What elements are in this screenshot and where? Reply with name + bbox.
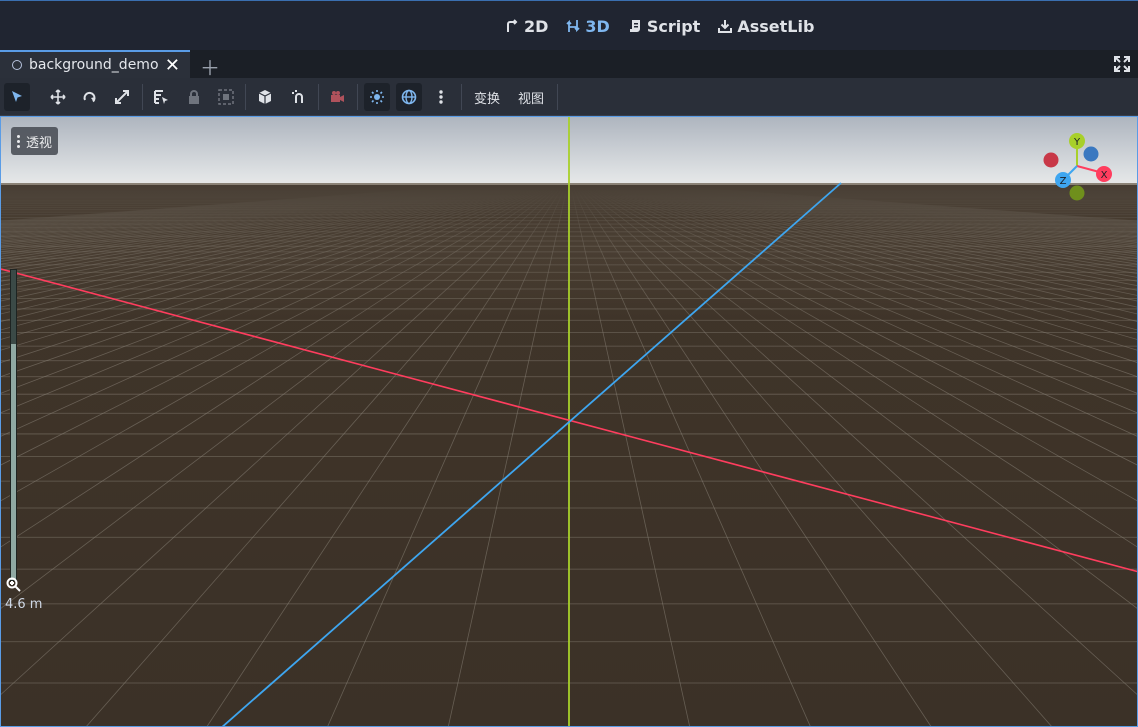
view-gizmo[interactable]: Y X Z	[1043, 131, 1123, 203]
view-menu[interactable]: 视图	[518, 88, 544, 107]
zoom-icon[interactable]	[6, 577, 22, 593]
group-button[interactable]	[213, 83, 239, 111]
negative-z-handle[interactable]	[1083, 146, 1099, 162]
assetlib-icon	[718, 20, 733, 33]
zoom-readout: 4.6 m	[5, 597, 43, 612]
list-select-button[interactable]	[148, 83, 174, 111]
local-space-button[interactable]	[252, 83, 278, 111]
scale-mode-button[interactable]	[109, 83, 135, 111]
more-options-button[interactable]	[428, 83, 454, 111]
sun-preview-button[interactable]	[364, 83, 390, 111]
3d-viewport[interactable]: 透视 4.6 m Y X Z	[0, 116, 1138, 727]
environment-preview-icon	[401, 89, 417, 105]
sun-preview-icon	[370, 90, 384, 104]
camera-preview-icon	[331, 91, 344, 102]
2d-mode-label: 2D	[524, 16, 549, 36]
3d-mode-label: 3D	[585, 16, 610, 36]
script-mode-button[interactable]: Script	[628, 17, 700, 36]
assetlib-mode-label: AssetLib	[737, 16, 815, 36]
local-space-icon	[258, 90, 272, 104]
scene-tab-bar: background_demo ✕ ＋	[0, 50, 1138, 81]
more-icon	[439, 90, 443, 104]
scene-circle-icon	[12, 60, 22, 70]
negative-x-handle[interactable]	[1043, 152, 1059, 168]
z-axis-label: Z	[1060, 176, 1067, 187]
3d-icon	[566, 19, 581, 33]
snap-button[interactable]	[285, 83, 311, 111]
zoom-slider-fill	[11, 344, 16, 580]
perspective-label: 透视	[26, 135, 53, 151]
rotate-mode-button[interactable]	[77, 83, 103, 111]
select-mode-button[interactable]	[4, 83, 30, 111]
scene-render	[1, 117, 1137, 726]
toolbar-separator	[318, 84, 319, 110]
script-icon	[629, 20, 640, 32]
move-mode-button[interactable]	[45, 83, 71, 111]
script-mode-label: Script	[646, 16, 701, 36]
camera-preview-button[interactable]	[324, 83, 350, 111]
main-screen-switcher: 2D 3D Script AssetLib	[505, 14, 814, 38]
2d-mode-button[interactable]: 2D	[505, 17, 548, 36]
lock-icon	[189, 90, 199, 104]
main-toolbar: 2D 3D Script AssetLib	[0, 0, 1138, 50]
snap-icon	[292, 90, 303, 103]
zoom-slider[interactable]	[10, 269, 17, 581]
environment-preview-button[interactable]	[396, 83, 422, 111]
transform-menu[interactable]: 变换	[474, 88, 500, 107]
add-scene-button[interactable]: ＋	[200, 52, 220, 81]
scene-tab[interactable]: background_demo ✕	[0, 50, 190, 78]
more-icon	[17, 134, 20, 148]
negative-y-handle[interactable]	[1069, 185, 1085, 201]
toolbar-separator	[357, 84, 358, 110]
toolbar-separator	[142, 84, 143, 110]
rotate-tool-icon	[83, 91, 96, 103]
2d-icon	[507, 19, 518, 32]
select-tool-icon	[12, 91, 22, 102]
move-tool-icon	[50, 89, 66, 105]
x-axis-label: X	[1101, 170, 1108, 181]
list-select-icon	[154, 90, 168, 104]
toolbar-separator	[461, 84, 462, 110]
close-icon[interactable]: ✕	[165, 55, 180, 76]
3d-mode-button[interactable]: 3D	[566, 16, 610, 36]
toolbar-separator	[245, 84, 246, 110]
scene-tab-label: background_demo	[29, 57, 159, 73]
distraction-free-icon[interactable]	[1114, 56, 1130, 72]
group-icon	[218, 89, 234, 105]
lock-button[interactable]	[181, 83, 207, 111]
spatial-editor-toolbar: 变换 视图	[0, 78, 1138, 116]
scale-tool-icon	[115, 90, 129, 104]
assetlib-mode-button[interactable]: AssetLib	[718, 17, 814, 36]
perspective-menu-button[interactable]: 透视	[11, 127, 59, 155]
y-axis-label: Y	[1073, 137, 1081, 148]
toolbar-separator	[557, 84, 558, 110]
